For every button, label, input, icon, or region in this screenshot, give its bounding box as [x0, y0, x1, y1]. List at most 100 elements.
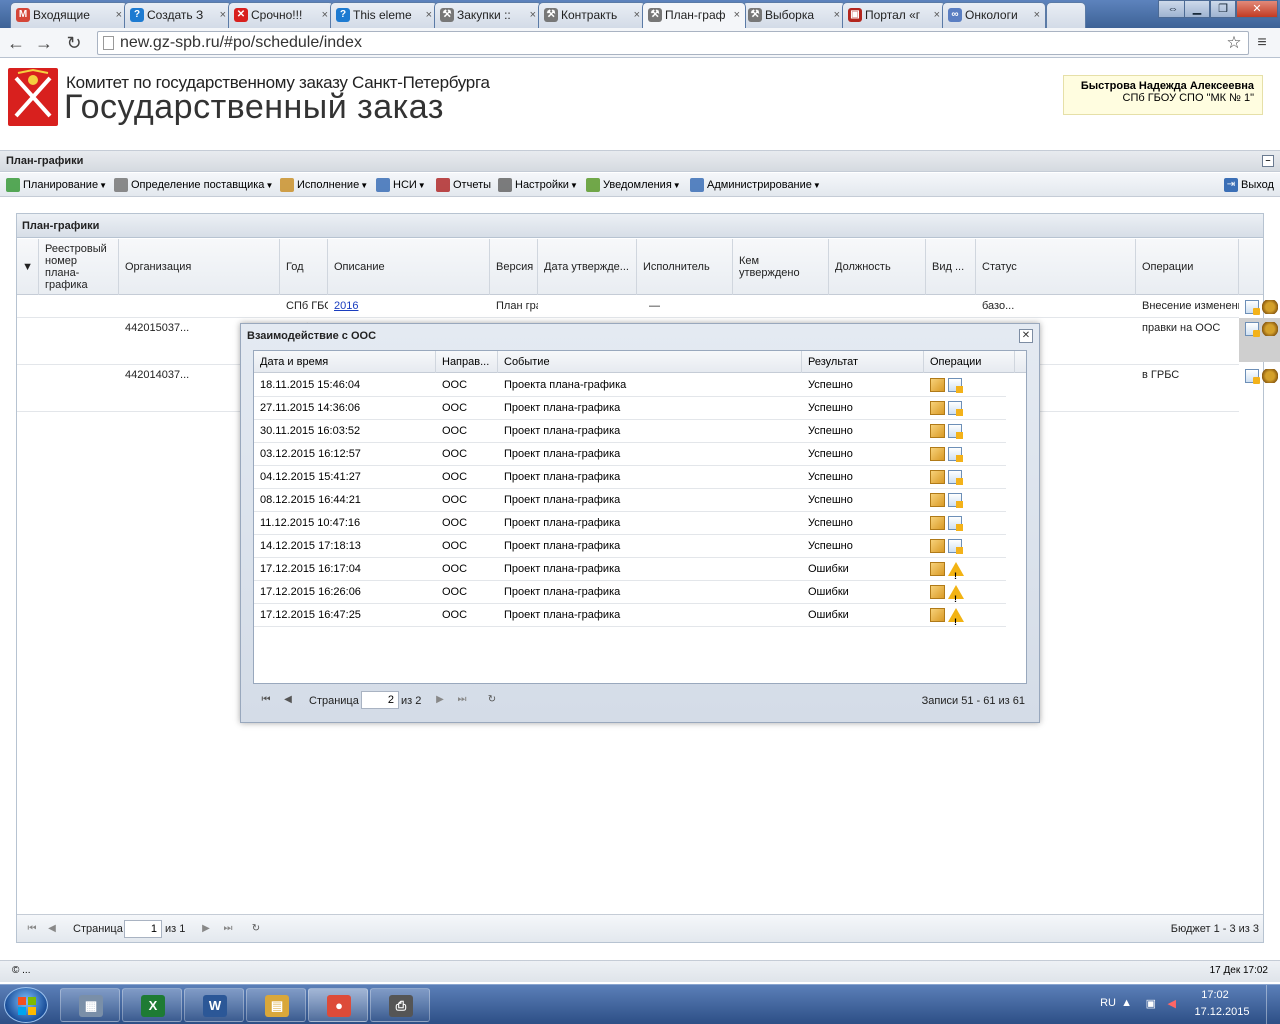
menu-item[interactable]: Уведомления▼ [586, 177, 681, 193]
edit-document-icon[interactable] [1245, 322, 1260, 337]
browser-tab[interactable]: ? This eleme × [330, 2, 438, 28]
warning-icon[interactable] [948, 562, 964, 581]
bookmark-star-icon[interactable]: ☆ [1224, 32, 1244, 54]
refresh-icon[interactable]: ↻ [249, 921, 263, 937]
list-item[interactable]: 18.11.2015 15:46:04 ООС Проекта плана-граф… [254, 374, 1006, 397]
menu-item[interactable]: Определение поставщика▼ [114, 177, 273, 193]
grid-column-header[interactable]: Операции [1136, 239, 1239, 295]
tab-close-icon[interactable]: × [220, 3, 226, 27]
dialog-column-header[interactable]: Дата и время [254, 351, 436, 373]
close-icon[interactable]: ✕ [1019, 329, 1033, 343]
next-page-icon[interactable]: ▶ [433, 692, 447, 708]
tab-close-icon[interactable]: × [530, 3, 536, 27]
taskbar-app-excel[interactable]: X [122, 988, 182, 1022]
chrome-menu-icon[interactable]: ≡ [1252, 32, 1272, 54]
menu-item[interactable]: Планирование▼ [6, 177, 107, 193]
list-item[interactable]: 17.12.2015 16:47:25 ООС Проект плана-графи… [254, 604, 1006, 627]
tab-close-icon[interactable]: × [634, 3, 640, 27]
package-icon[interactable] [930, 585, 945, 600]
next-page-icon[interactable]: ▶ [199, 921, 213, 937]
last-page-icon[interactable]: ⏭ [455, 692, 469, 708]
browser-tab[interactable]: ▣ Портал «г × [842, 2, 946, 28]
maximize-button[interactable]: ❐ [1210, 0, 1236, 18]
menu-item[interactable]: НСИ▼ [376, 177, 426, 193]
document-icon[interactable] [948, 539, 963, 555]
document-icon[interactable] [948, 447, 963, 463]
browser-tab[interactable]: ⚒ Выборка × [742, 2, 846, 28]
package-icon[interactable] [930, 378, 945, 393]
network-icon[interactable]: ▣ [1146, 997, 1156, 1010]
browser-tab[interactable]: ⚒ Закупки :: × [434, 2, 542, 28]
document-icon[interactable] [948, 470, 963, 486]
forward-button[interactable]: → [34, 32, 54, 54]
list-item[interactable]: 11.12.2015 10:47:16 ООС Проект плана-графи… [254, 512, 1006, 535]
grid-column-header[interactable]: Год [280, 239, 328, 295]
browser-tab[interactable]: ? Создать З × [124, 2, 232, 28]
volume-icon[interactable]: ◀ [1168, 997, 1176, 1010]
browser-tab[interactable]: ∞ Онкологи × [942, 2, 1046, 28]
document-icon[interactable] [948, 401, 963, 417]
eagle-icon[interactable] [1262, 369, 1278, 383]
grid-column-header[interactable]: Вид ... [926, 239, 976, 295]
tray-arrow-icon[interactable]: ▲ [1121, 997, 1132, 1009]
browser-tab[interactable]: M Входящие × [10, 2, 128, 28]
tab-close-icon[interactable]: × [934, 3, 940, 27]
tab-close-icon[interactable]: × [322, 3, 328, 27]
clock-time[interactable]: 17:02 [1190, 989, 1240, 1001]
language-indicator[interactable]: RU [1100, 997, 1116, 1009]
edit-document-icon[interactable] [1245, 300, 1260, 315]
clock-date[interactable]: 17.12.2015 [1190, 1006, 1254, 1018]
taskbar-app-calculator[interactable]: ▦ [60, 988, 120, 1022]
back-button[interactable]: ← [6, 32, 26, 54]
tab-close-icon[interactable]: × [734, 3, 740, 27]
prev-page-icon[interactable]: ◀ [281, 692, 295, 708]
browser-tab[interactable]: ⚒ Контракть × [538, 2, 646, 28]
browser-tab[interactable]: ✕ Срочно!!! × [228, 2, 334, 28]
table-cell-year[interactable]: 2016 [328, 296, 490, 316]
grid-column-header[interactable]: Описание [328, 239, 490, 295]
dialog-column-header[interactable]: Результат [802, 351, 924, 373]
list-item[interactable]: 27.11.2015 14:36:06 ООС Проект плана-графи… [254, 397, 1006, 420]
refresh-icon[interactable]: ↻ [485, 692, 499, 708]
package-icon[interactable] [930, 493, 945, 508]
reload-button[interactable]: ↻ [64, 32, 84, 54]
taskbar-app-chrome[interactable]: ● [308, 988, 368, 1022]
tab-close-icon[interactable]: × [1034, 3, 1040, 27]
package-icon[interactable] [930, 562, 945, 577]
document-icon[interactable] [948, 378, 963, 394]
dialog-column-header[interactable]: Событие [498, 351, 802, 373]
package-icon[interactable] [930, 424, 945, 439]
new-tab-button[interactable] [1046, 2, 1086, 28]
package-icon[interactable] [930, 539, 945, 554]
list-item[interactable]: 03.12.2015 16:12:57 ООС Проект плана-графи… [254, 443, 1006, 466]
url-input[interactable]: new.gz-spb.ru/#po/schedule/index [97, 31, 1249, 55]
grid-column-header[interactable]: Реестровый номер плана-графика [39, 239, 119, 295]
first-page-icon[interactable]: ⏮ [259, 692, 273, 708]
tab-close-icon[interactable]: × [834, 3, 840, 27]
grid-column-header[interactable]: Кем утверждено [733, 239, 829, 295]
last-page-icon[interactable]: ⏭ [221, 921, 235, 937]
list-item[interactable]: 04.12.2015 15:41:27 ООС Проект плана-графи… [254, 466, 1006, 489]
grid-column-header[interactable]: Статус [976, 239, 1136, 295]
warning-icon[interactable] [948, 608, 964, 627]
dialog-column-header[interactable]: Операции [924, 351, 1015, 373]
page-input[interactable]: 2 [361, 691, 399, 709]
eagle-icon[interactable] [1262, 322, 1278, 336]
menu-item[interactable]: Настройки▼ [498, 177, 578, 193]
collapse-icon[interactable]: – [1262, 155, 1274, 167]
close-window-button[interactable]: ✕ [1236, 0, 1278, 18]
minimize-button[interactable]: ▁ [1184, 0, 1210, 18]
document-icon[interactable] [948, 493, 963, 509]
list-item[interactable]: 17.12.2015 16:17:04 ООС Проект плана-графи… [254, 558, 1006, 581]
menu-item[interactable]: Исполнение▼ [280, 177, 368, 193]
prev-page-icon[interactable]: ◀ [45, 921, 59, 937]
list-item[interactable]: 14.12.2015 17:18:13 ООС Проект плана-графи… [254, 535, 1006, 558]
dialog-column-header[interactable]: Направ... [436, 351, 498, 373]
taskbar-app-explorer[interactable]: ▤ [246, 988, 306, 1022]
page-input[interactable]: 1 [124, 920, 162, 938]
list-item[interactable]: 17.12.2015 16:26:06 ООС Проект плана-графи… [254, 581, 1006, 604]
table-row[interactable]: СПб ГБОУ СПО "МК № 1"2016 План график на … [17, 296, 1278, 318]
start-button[interactable] [4, 987, 48, 1023]
taskbar-app-word[interactable]: W [184, 988, 244, 1022]
warning-icon[interactable] [948, 585, 964, 604]
